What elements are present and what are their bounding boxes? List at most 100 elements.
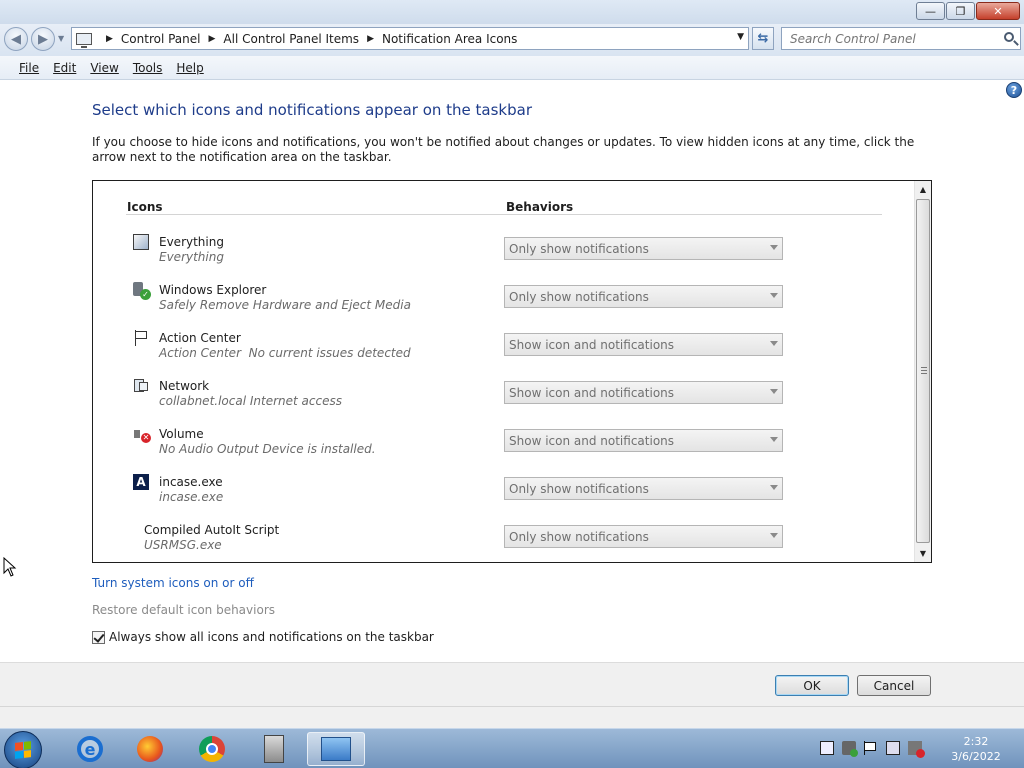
notification-area <box>820 741 925 758</box>
title-bar: — ❐ ✕ <box>0 0 1024 24</box>
clock-time: 2:32 <box>963 735 989 748</box>
usb-check-icon: ✓ <box>133 282 151 300</box>
chevron-down-icon <box>770 245 778 250</box>
menu-tools[interactable]: Tools <box>126 61 170 75</box>
close-button[interactable]: ✕ <box>976 2 1020 20</box>
control-panel-icon <box>321 737 351 761</box>
cancel-button[interactable]: Cancel <box>857 675 931 696</box>
menu-file[interactable]: File <box>12 61 46 75</box>
item-description: No Audio Output Device is installed. <box>159 442 376 456</box>
taskbar-server-manager[interactable] <box>245 732 303 766</box>
scroll-down-icon[interactable]: ▼ <box>915 545 931 562</box>
usb-check-tray-icon[interactable] <box>842 741 858 757</box>
address-dropdown-icon[interactable]: ▼ <box>737 32 744 42</box>
column-header-behaviors: Behaviors <box>506 200 574 214</box>
back-button[interactable]: ◀ <box>4 27 28 51</box>
volume-muted-tray-icon[interactable] <box>908 741 925 758</box>
chevron-right-icon[interactable]: ▶ <box>367 34 374 44</box>
chevron-down-icon <box>770 293 778 298</box>
help-icon[interactable]: ? <box>1006 82 1022 98</box>
scroll-up-icon[interactable]: ▲ <box>915 181 931 198</box>
behavior-select[interactable]: Only show notifications <box>504 237 783 260</box>
search-icon[interactable] <box>1004 32 1014 42</box>
taskbar-control-panel[interactable] <box>307 732 365 766</box>
refresh-icon: ⇆ <box>757 31 769 46</box>
item-name: Everything <box>159 235 224 249</box>
taskbar-internet-explorer[interactable]: e <box>61 732 119 766</box>
windows-logo-icon <box>15 741 31 759</box>
control-panel-icon <box>76 32 92 48</box>
search-input[interactable] <box>790 31 990 46</box>
breadcrumb-all-items[interactable]: All Control Panel Items <box>223 32 359 46</box>
behavior-select[interactable]: Only show notifications <box>504 525 783 548</box>
refresh-button[interactable]: ⇆ <box>752 27 774 50</box>
recent-pages-dropdown[interactable]: ▼ <box>58 34 64 43</box>
address-bar[interactable]: ▶ Control Panel ▶ All Control Panel Item… <box>71 27 749 50</box>
chevron-down-icon <box>770 485 778 490</box>
forward-button[interactable]: ▶ <box>31 27 55 51</box>
flag-tray-icon[interactable] <box>864 741 878 755</box>
behavior-select[interactable]: Show icon and notifications <box>504 381 783 404</box>
dialog-footer: OK Cancel <box>0 662 1024 706</box>
everything-tray-icon[interactable] <box>820 741 834 755</box>
turn-system-icons-link[interactable]: Turn system icons on or off <box>92 576 254 590</box>
incase-icon: A <box>133 474 149 490</box>
list-item: Compiled AutoIt Script USRMSG.exe Only s… <box>93 518 913 562</box>
ok-button[interactable]: OK <box>775 675 849 696</box>
item-name: Volume <box>159 427 204 441</box>
menu-view[interactable]: View <box>83 61 125 75</box>
item-description: USRMSG.exe <box>144 538 222 552</box>
back-arrow-icon: ◀ <box>11 31 21 47</box>
list-item: ✕ Volume No Audio Output Device is insta… <box>93 422 913 470</box>
scrollbar-thumb[interactable] <box>916 199 930 543</box>
status-bar <box>0 706 1024 728</box>
clock-date: 3/6/2022 <box>951 750 1001 763</box>
taskbar-chrome[interactable] <box>183 732 241 766</box>
behavior-select[interactable]: Only show notifications <box>504 285 783 308</box>
item-description: Action Center No current issues detected <box>159 346 411 360</box>
always-show-label[interactable]: Always show all icons and notifications … <box>109 630 434 644</box>
page-title: Select which icons and notifications app… <box>92 101 532 119</box>
chrome-icon <box>199 736 225 762</box>
chevron-down-icon <box>770 341 778 346</box>
taskbar: e 2:32 3/6/2022 <box>0 728 1024 768</box>
minimize-button[interactable]: — <box>916 2 945 20</box>
grip-icon <box>921 367 927 374</box>
list-item: Everything Everything Only show notifica… <box>93 230 913 278</box>
restore-button[interactable]: ❐ <box>946 2 975 20</box>
item-description: Everything <box>159 250 224 264</box>
window-controls: — ❐ ✕ <box>916 2 1020 20</box>
vertical-scrollbar[interactable]: ▲ ▼ <box>914 181 931 562</box>
always-show-checkbox[interactable] <box>92 630 105 644</box>
menu-edit[interactable]: Edit <box>46 61 83 75</box>
forward-arrow-icon: ▶ <box>38 31 48 47</box>
search-box[interactable] <box>781 27 1021 50</box>
behavior-select[interactable]: Only show notifications <box>504 477 783 500</box>
mouse-cursor-icon <box>3 556 17 580</box>
item-description: incase.exe <box>159 490 224 504</box>
chevron-right-icon[interactable]: ▶ <box>209 34 216 44</box>
flag-icon <box>133 330 149 346</box>
menu-help[interactable]: Help <box>169 61 210 75</box>
list-item: Network collabnet.local Internet access … <box>93 374 913 422</box>
always-show-checkbox-row[interactable]: Always show all icons and notifications … <box>92 630 434 644</box>
start-button[interactable] <box>4 731 42 768</box>
item-name: Windows Explorer <box>159 283 267 297</box>
chevron-right-icon[interactable]: ▶ <box>106 34 113 44</box>
item-description: Safely Remove Hardware and Eject Media <box>159 298 411 312</box>
network-tray-icon[interactable] <box>886 741 900 755</box>
chevron-down-icon <box>770 437 778 442</box>
menu-bar: File Edit View Tools Help <box>0 56 1024 80</box>
behavior-select[interactable]: Show icon and notifications <box>504 429 783 452</box>
breadcrumb-notification-area-icons[interactable]: Notification Area Icons <box>382 32 517 46</box>
restore-defaults-link[interactable]: Restore default icon behaviors <box>92 603 275 617</box>
item-name: incase.exe <box>159 475 223 489</box>
list-item: A incase.exe incase.exe Only show notifi… <box>93 470 913 518</box>
list-item: Action Center Action Center No current i… <box>93 326 913 374</box>
taskbar-clock[interactable]: 2:32 3/6/2022 <box>944 734 1008 764</box>
taskbar-firefox[interactable] <box>121 732 179 766</box>
page-description: If you choose to hide icons and notifica… <box>92 135 915 164</box>
breadcrumb-control-panel[interactable]: Control Panel <box>121 32 201 46</box>
column-header-icons: Icons <box>127 200 163 214</box>
behavior-select[interactable]: Show icon and notifications <box>504 333 783 356</box>
